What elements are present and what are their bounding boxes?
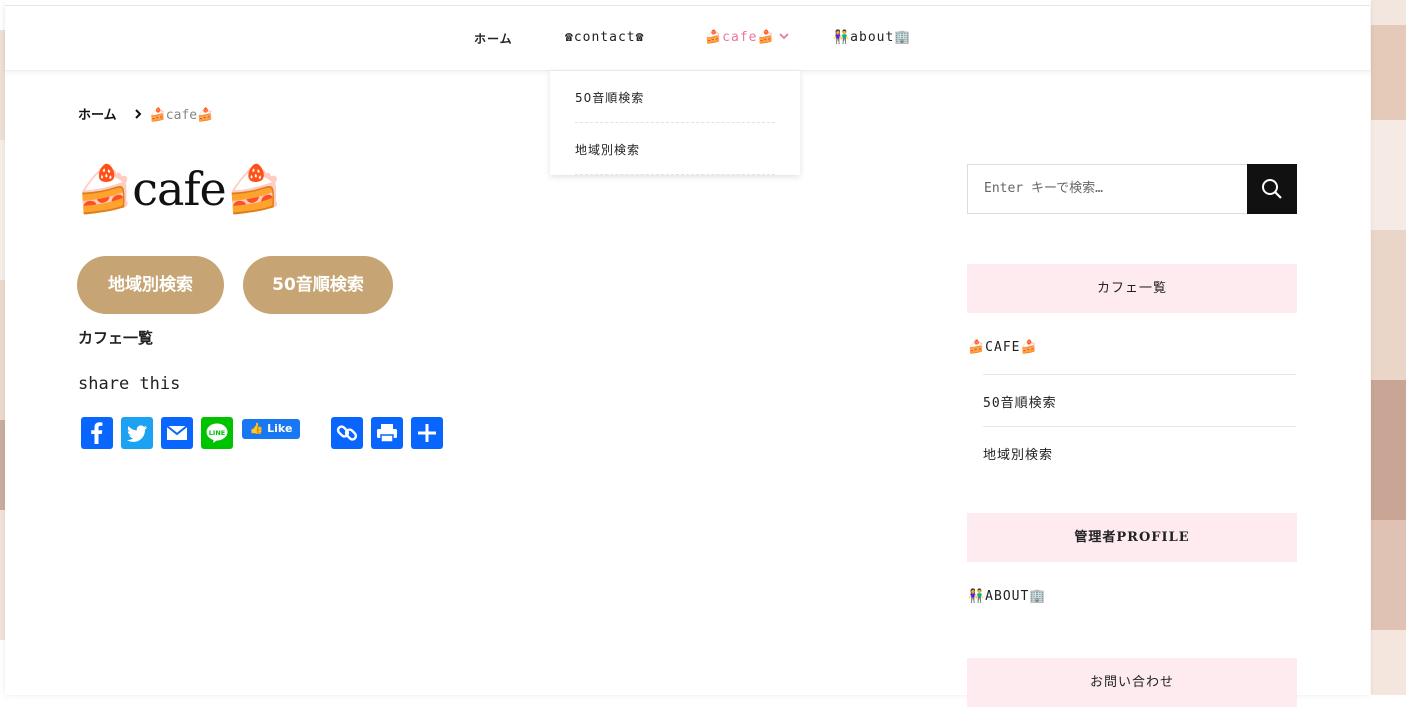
svg-text:LINE: LINE xyxy=(209,429,225,437)
more-share-button[interactable] xyxy=(411,417,443,449)
background-decoration-right xyxy=(1371,0,1406,695)
line-share-button[interactable]: LINE xyxy=(201,417,233,449)
nav-item-cafe-label: 🍰cafe🍰 xyxy=(705,30,775,45)
breadcrumb-home[interactable]: ホーム xyxy=(78,108,117,123)
nav-item-about[interactable]: 👫about🏢 xyxy=(833,30,912,45)
page-title: 🍰cafe🍰 xyxy=(76,162,283,216)
email-icon xyxy=(166,425,188,440)
contact-widget-title: お問い合わせ xyxy=(967,658,1297,707)
facebook-icon xyxy=(91,422,103,444)
syllabary-search-button[interactable]: 50音順検索 xyxy=(243,256,393,314)
search-input[interactable] xyxy=(968,165,1244,211)
twitter-icon xyxy=(127,425,147,442)
region-search-button[interactable]: 地域別検索 xyxy=(77,256,224,314)
search-box xyxy=(967,164,1249,214)
sidebar-about-link[interactable]: 👫ABOUT🏢 xyxy=(968,589,1047,604)
profile-widget-title: 管理者PROFILE xyxy=(967,513,1297,562)
copy-link-icon xyxy=(336,425,358,441)
dropdown-divider xyxy=(575,122,775,123)
sidebar-divider xyxy=(983,374,1296,375)
sidebar-divider xyxy=(983,426,1296,427)
search-button[interactable] xyxy=(1247,164,1297,214)
sidebar-item-50on[interactable]: 50音順検索 xyxy=(983,392,1057,411)
twitter-share-button[interactable] xyxy=(121,417,153,449)
chevron-right-icon xyxy=(134,109,142,119)
dropdown-divider xyxy=(575,174,775,175)
chevron-down-icon xyxy=(779,33,789,40)
search-icon xyxy=(1262,179,1282,199)
facebook-share-button[interactable] xyxy=(81,417,113,449)
breadcrumb: ホーム 🍰cafe🍰 xyxy=(78,104,213,123)
fb-like-label: Like xyxy=(267,422,293,435)
sidebar-category-cafe[interactable]: 🍰CAFE🍰 xyxy=(968,340,1038,355)
nav-item-contact[interactable]: ☎contact☎ xyxy=(565,30,644,45)
print-share-button[interactable] xyxy=(371,417,403,449)
page-container: ホーム ☎contact☎ 🍰cafe🍰 👫about🏢 50音順検索 地域別検… xyxy=(5,0,1370,707)
sidebar-item-region[interactable]: 地域別検索 xyxy=(983,444,1053,463)
line-icon: LINE xyxy=(206,423,228,443)
share-label: share this xyxy=(78,374,181,394)
thumbs-up-icon: 👍 xyxy=(249,422,264,435)
cafe-dropdown-menu: 50音順検索 地域別検索 xyxy=(550,71,800,175)
breadcrumb-current: 🍰cafe🍰 xyxy=(149,108,214,123)
dropdown-item-region[interactable]: 地域別検索 xyxy=(575,141,775,158)
nav-item-home[interactable]: ホーム xyxy=(474,30,513,47)
facebook-like-button[interactable]: 👍 Like xyxy=(242,419,300,439)
dropdown-item-50on[interactable]: 50音順検索 xyxy=(575,89,775,106)
share-icon xyxy=(418,424,436,442)
copy-link-share-button[interactable] xyxy=(331,417,363,449)
cafe-list-link[interactable]: カフェ一覧 xyxy=(78,327,153,348)
main-navigation: ホーム ☎contact☎ 🍰cafe🍰 👫about🏢 xyxy=(5,6,1370,71)
print-icon xyxy=(377,424,397,443)
cafe-list-widget-title: カフェ一覧 xyxy=(967,264,1297,313)
nav-item-cafe[interactable]: 🍰cafe🍰 xyxy=(705,30,789,45)
email-share-button[interactable] xyxy=(161,417,193,449)
